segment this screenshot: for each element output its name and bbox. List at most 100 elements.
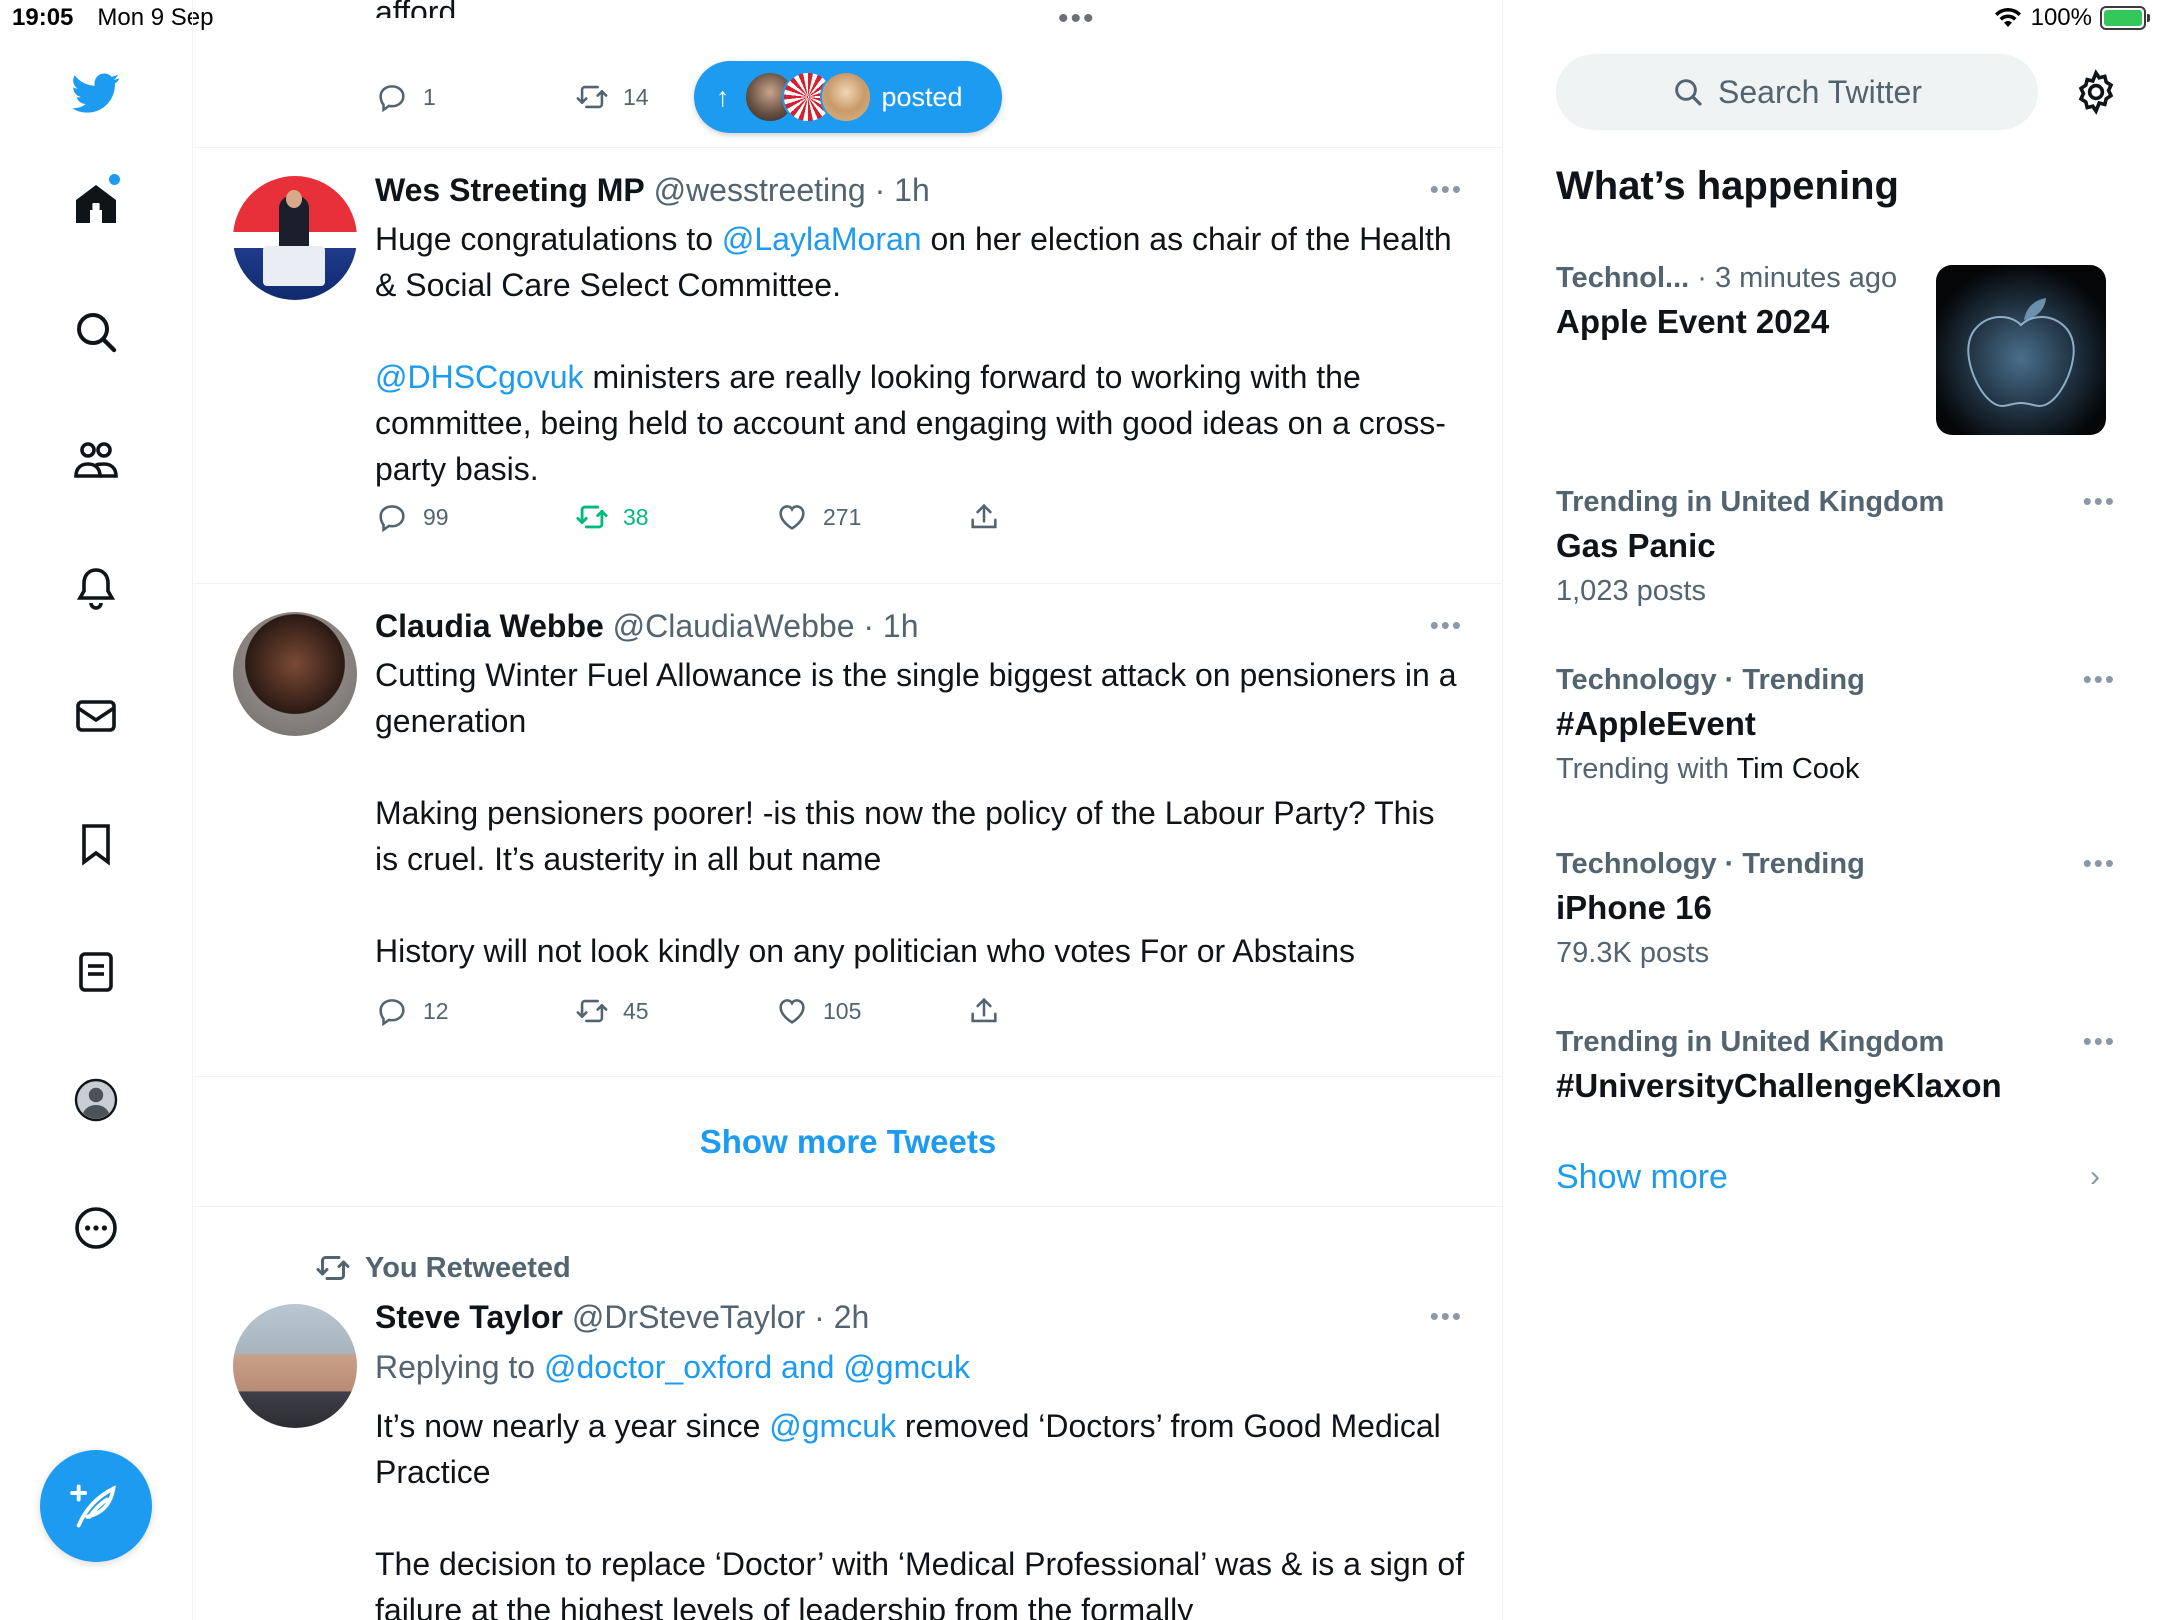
mention-link[interactable]: @LaylaMoran <box>722 221 922 257</box>
more-options-icon[interactable]: ••• <box>2083 486 2116 517</box>
retweet-count: 14 <box>623 83 649 110</box>
more-options-icon[interactable]: ••• <box>2083 664 2116 695</box>
avatar[interactable] <box>233 1304 357 1428</box>
lists-icon <box>79 952 113 992</box>
sidebar-item-bookmarks[interactable] <box>66 814 126 874</box>
sidebar-item-notifications[interactable] <box>66 558 126 618</box>
author-name[interactable]: Steve Taylor <box>375 1299 563 1335</box>
reply-count: 99 <box>423 503 449 530</box>
sidebar-nav <box>0 0 193 1620</box>
reply-count: 1 <box>423 83 436 110</box>
trend-item[interactable]: Trending in United Kingdom Gas Panic 1,0… <box>1556 486 2116 608</box>
communities-icon <box>74 442 118 478</box>
tweet-time[interactable]: · 2h <box>814 1299 869 1335</box>
tweet-text: Huge congratulations to <box>375 221 722 257</box>
tweet[interactable]: Claudia Webbe @ClaudiaWebbe · 1h ••• Cut… <box>193 584 1502 1077</box>
gear-icon[interactable] <box>2072 68 2120 116</box>
home-notification-dot <box>109 174 120 185</box>
bookmark-icon <box>82 824 110 866</box>
trend-sub-prefix: Trending with <box>1556 753 1737 785</box>
tweet-partial-text: afford. <box>375 0 466 18</box>
new-posts-label: posted <box>881 81 963 112</box>
tweet[interactable]: Steve Taylor @DrSteveTaylor · 2h ••• Rep… <box>193 1207 1502 1620</box>
trend-title: Apple Event 2024 <box>1556 303 1830 340</box>
compose-tweet-button[interactable] <box>40 1450 152 1562</box>
more-options-icon[interactable]: ••• <box>2083 848 2116 879</box>
like-count: 271 <box>823 503 862 530</box>
trend-title: #AppleEvent <box>1556 705 1756 742</box>
reply-icon <box>379 505 405 533</box>
trend-post-count: 79.3K posts <box>1556 937 1710 969</box>
timeline: afford. 1 14 ↑ posted Wes Streeting MP @… <box>193 0 1503 1620</box>
show-more-trends-link[interactable]: Show more <box>1556 1158 1728 1197</box>
retweet-button[interactable]: 38 <box>575 500 649 534</box>
retweet-icon <box>576 85 608 109</box>
sidebar-item-communities[interactable] <box>66 430 126 490</box>
show-more-tweets-button[interactable]: Show more Tweets <box>193 1077 1502 1207</box>
trend-title: #UniversityChallengeKlaxon <box>1556 1067 2002 1104</box>
tweet-time[interactable]: · 1h <box>863 608 918 644</box>
trend-context: Trending in United Kingdom <box>1556 486 1945 518</box>
tweet-text: History will not look kindly on any poli… <box>375 933 1355 969</box>
retweet-count: 45 <box>623 997 649 1024</box>
more-options-icon[interactable]: ••• <box>1430 1301 1463 1332</box>
avatar[interactable] <box>233 612 357 736</box>
sidebar-item-more[interactable] <box>66 1198 126 1258</box>
author-name[interactable]: Wes Streeting MP <box>375 172 645 208</box>
trend-item[interactable]: Technology · Trending iPhone 16 79.3K po… <box>1556 848 2116 970</box>
replying-to-link[interactable]: @doctor_oxford and @gmcuk <box>544 1349 970 1385</box>
share-button[interactable] <box>967 500 1001 534</box>
replying-prefix: Replying to <box>375 1349 544 1385</box>
twitter-logo-icon[interactable] <box>66 62 126 122</box>
reply-button[interactable]: 12 <box>375 994 449 1028</box>
like-button[interactable]: 105 <box>775 994 861 1028</box>
share-icon <box>971 997 997 1023</box>
trend-item[interactable]: Technol... · 3 minutes ago Apple Event 2… <box>1556 262 1926 341</box>
reply-button[interactable]: 99 <box>375 500 449 534</box>
home-icon <box>76 185 116 223</box>
right-panel: Search Twitter What’s happening Technol.… <box>1504 0 2160 1620</box>
retweet-button[interactable]: 14 <box>575 80 649 114</box>
mention-link[interactable]: @DHSCgovuk <box>375 359 584 395</box>
new-posts-pill[interactable]: ↑ posted <box>694 61 1002 133</box>
heart-icon <box>779 999 805 1024</box>
like-button[interactable]: 271 <box>775 500 861 534</box>
search-icon <box>77 313 117 353</box>
sidebar-item-explore[interactable] <box>66 302 126 362</box>
more-options-icon[interactable]: ••• <box>1430 610 1463 641</box>
tweet-body: It’s now nearly a year since @gmcuk remo… <box>375 1403 1465 1620</box>
reply-button[interactable]: 1 <box>375 80 436 114</box>
retweet-icon <box>576 999 608 1023</box>
tweet-body: Cutting Winter Fuel Allowance is the sin… <box>375 652 1465 974</box>
tweet-time[interactable]: · 1h <box>875 172 930 208</box>
share-button[interactable] <box>967 994 1001 1028</box>
trend-context: Technology · Trending <box>1556 848 1865 880</box>
author-handle[interactable]: @ClaudiaWebbe <box>613 608 855 644</box>
mention-link[interactable]: @gmcuk <box>769 1408 896 1444</box>
more-options-icon[interactable]: ••• <box>1430 174 1463 205</box>
tweet-text: Cutting Winter Fuel Allowance is the sin… <box>375 657 1457 739</box>
trend-thumbnail[interactable] <box>1936 265 2106 435</box>
trend-context: Trending in United Kingdom <box>1556 1026 1945 1058</box>
avatar[interactable] <box>233 176 357 300</box>
trend-item[interactable]: Technology · Trending #AppleEvent Trendi… <box>1556 664 2116 786</box>
trend-title: iPhone 16 <box>1556 889 1712 926</box>
sidebar-item-messages[interactable] <box>66 686 126 746</box>
tweet[interactable]: Wes Streeting MP @wesstreeting · 1h ••• … <box>193 148 1502 584</box>
author-handle[interactable]: @DrSteveTaylor <box>572 1299 805 1335</box>
sidebar-item-home[interactable] <box>66 174 126 234</box>
more-options-icon[interactable]: ••• <box>2083 1026 2116 1057</box>
search-placeholder: Search Twitter <box>1718 73 1922 110</box>
author-handle[interactable]: @wesstreeting <box>654 172 866 208</box>
sidebar-item-lists[interactable] <box>66 942 126 1002</box>
author-name[interactable]: Claudia Webbe <box>375 608 604 644</box>
more-circle-icon <box>75 1207 117 1249</box>
trend-related-name[interactable]: Tim Cook <box>1737 753 1860 785</box>
tweet-text: The decision to replace ‘Doctor’ with ‘M… <box>375 1546 1465 1620</box>
search-input[interactable]: Search Twitter <box>1556 54 2038 130</box>
retweet-button[interactable]: 45 <box>575 994 649 1028</box>
trend-item[interactable]: Trending in United Kingdom #UniversityCh… <box>1556 1026 2116 1105</box>
section-title: What’s happening <box>1556 164 1899 208</box>
mail-icon <box>76 700 116 732</box>
sidebar-item-profile[interactable] <box>66 1070 126 1130</box>
